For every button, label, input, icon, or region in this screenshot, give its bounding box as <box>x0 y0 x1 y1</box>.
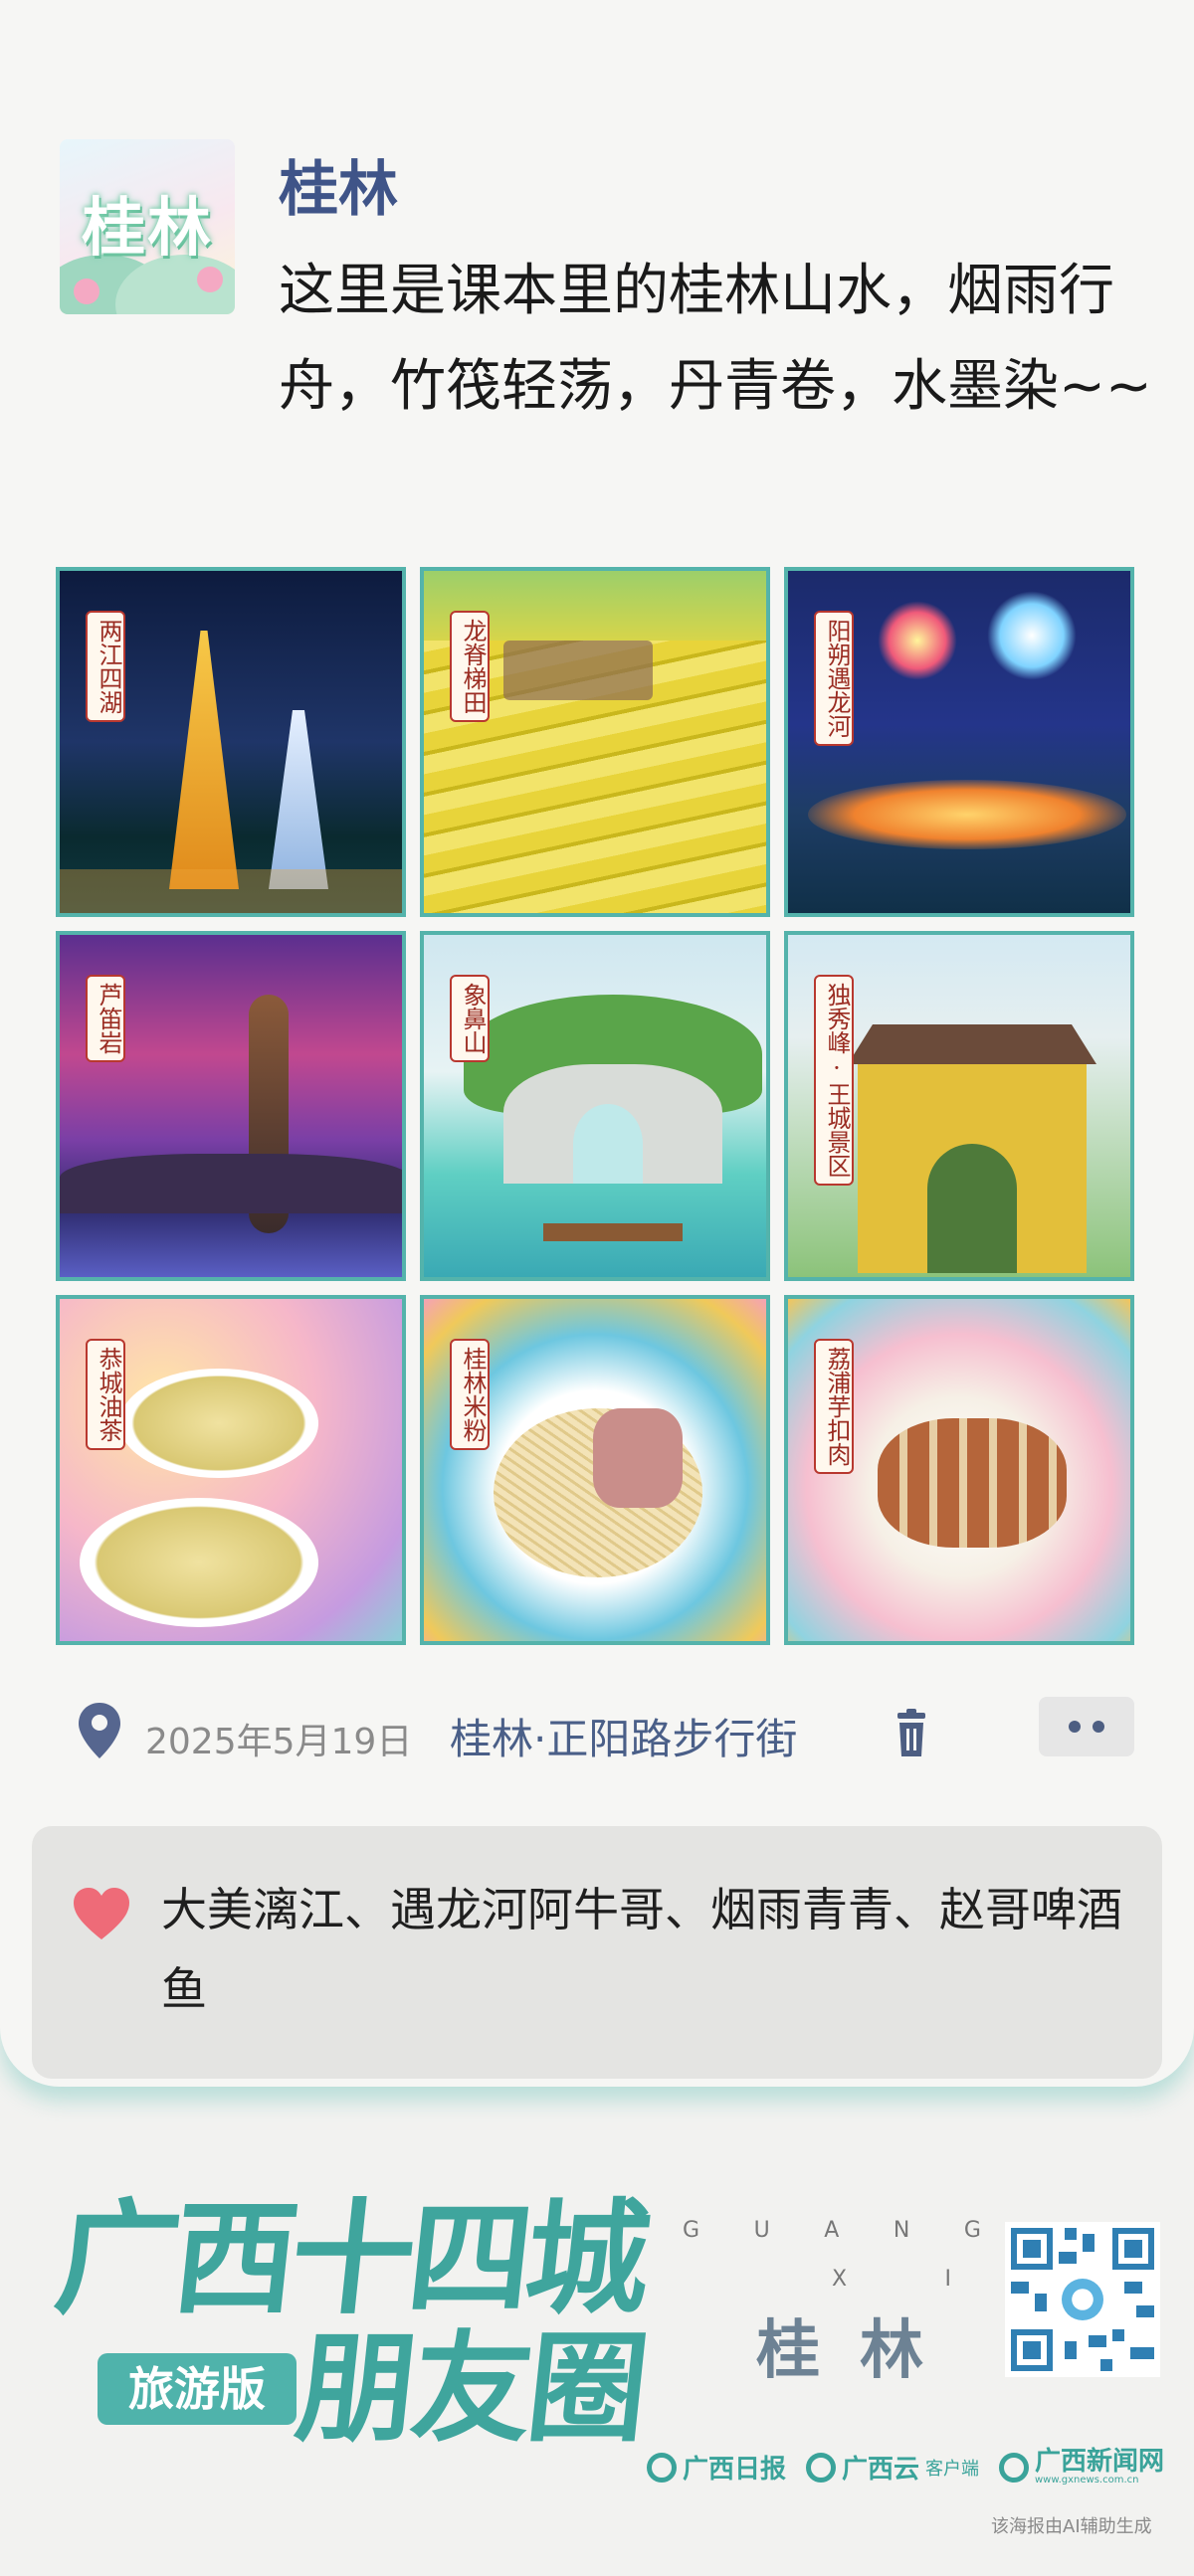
photo-label: 独秀峰·王城景区 <box>814 975 854 1186</box>
photo-tile[interactable]: 两江四湖 <box>56 567 406 917</box>
letter: I <box>944 2267 952 2292</box>
letter: U <box>753 2218 770 2243</box>
guangxi-letters: G U A N G X I <box>683 2218 981 2292</box>
dot-icon <box>1069 1721 1081 1733</box>
partner-name: 广西云 <box>841 2455 919 2485</box>
photo-label: 恭城油茶 <box>86 1339 125 1450</box>
partner-logo[interactable]: 广西云 客户端 <box>805 2449 979 2485</box>
partner-logo[interactable]: 广西新闻网 www.gxnews.com.cn <box>998 2447 1164 2486</box>
moments-post-card: 桂林 桂林 这里是课本里的桂林山水，烟雨行舟，竹筏轻荡，丹青卷，水墨染~~ 两江… <box>0 0 1194 2087</box>
letter: G <box>683 2218 700 2243</box>
dot-icon <box>1093 1721 1104 1733</box>
letter: N <box>893 2218 910 2243</box>
partner-sub: www.gxnews.com.cn <box>1034 2475 1139 2486</box>
partner-logo[interactable]: 广西日报 <box>647 2449 786 2485</box>
photo-tile[interactable]: 阳朔遇龙河 <box>784 567 1134 917</box>
edition-badge: 旅游版 <box>98 2353 297 2425</box>
flower-icon <box>197 267 223 292</box>
qr-code[interactable] <box>1005 2222 1160 2377</box>
photo-label: 阳朔遇龙河 <box>814 611 854 746</box>
photo-grid: 两江四湖 龙脊梯田 阳朔遇龙河 芦笛岩 象鼻山 独秀峰·王城景区 恭城油茶 桂林… <box>56 567 1134 1645</box>
photo-label: 龙脊梯田 <box>450 611 490 722</box>
location-pin-icon <box>79 1703 120 1758</box>
partner-name: 广西新闻网 <box>1034 2447 1164 2477</box>
photo-tile[interactable]: 象鼻山 <box>420 931 770 1281</box>
gxnews-icon <box>998 2452 1029 2483</box>
footer-city-name: 桂林 <box>756 2313 963 2388</box>
photo-label: 桂林米粉 <box>450 1339 490 1450</box>
letter: G <box>963 2218 981 2243</box>
letter: X <box>832 2267 848 2292</box>
post-location[interactable]: 桂林·正阳路步行街 <box>450 1706 797 1766</box>
photo-label: 芦笛岩 <box>86 975 125 1062</box>
photo-label: 两江四湖 <box>86 611 125 722</box>
photo-tile[interactable]: 桂林米粉 <box>420 1295 770 1645</box>
letter: A <box>824 2218 840 2243</box>
partner-logos: 广西日报 广西云 客户端 广西新闻网 www.gxnews.com.cn <box>647 2447 1164 2486</box>
photo-label: 象鼻山 <box>450 975 490 1062</box>
flower-icon <box>74 278 100 304</box>
photo-tile[interactable]: 恭城油茶 <box>56 1295 406 1645</box>
photo-tile[interactable]: 芦笛岩 <box>56 931 406 1281</box>
post-date: 2025年5月19日 <box>145 1722 413 1762</box>
likes-list[interactable]: 大美漓江、遇龙河阿牛哥、烟雨青青、赵哥啤酒鱼 <box>161 1870 1146 2029</box>
photo-tile[interactable]: 独秀峰·王城景区 <box>784 931 1134 1281</box>
partner-sub: 客户端 <box>925 2458 979 2480</box>
photo-tile[interactable]: 龙脊梯田 <box>420 567 770 917</box>
guangxi-daily-icon <box>647 2452 677 2483</box>
photo-tile[interactable]: 荔浦芋扣肉 <box>784 1295 1134 1645</box>
ai-disclaimer: 该海报由AI辅助生成 <box>991 2516 1152 2537</box>
heart-icon <box>74 1888 129 1939</box>
partner-name: 广西日报 <box>683 2455 787 2485</box>
more-options-button[interactable] <box>1039 1697 1134 1756</box>
username[interactable]: 桂林 <box>279 141 398 228</box>
trash-icon[interactable] <box>892 1709 931 1758</box>
guangxi-cloud-icon <box>805 2452 836 2483</box>
likes-box: 大美漓江、遇龙河阿牛哥、烟雨青青、赵哥啤酒鱼 <box>32 1826 1162 2079</box>
post-text: 这里是课本里的桂林山水，烟雨行舟，竹筏轻荡，丹青卷，水墨染~~ <box>279 259 1152 419</box>
avatar[interactable]: 桂林 <box>60 139 235 314</box>
photo-label: 荔浦芋扣肉 <box>814 1339 854 1474</box>
brand-title-line2: 朋友圈 <box>290 2318 652 2459</box>
avatar-text: 桂林 <box>82 192 213 266</box>
qr-code-icon <box>1011 2228 1154 2371</box>
